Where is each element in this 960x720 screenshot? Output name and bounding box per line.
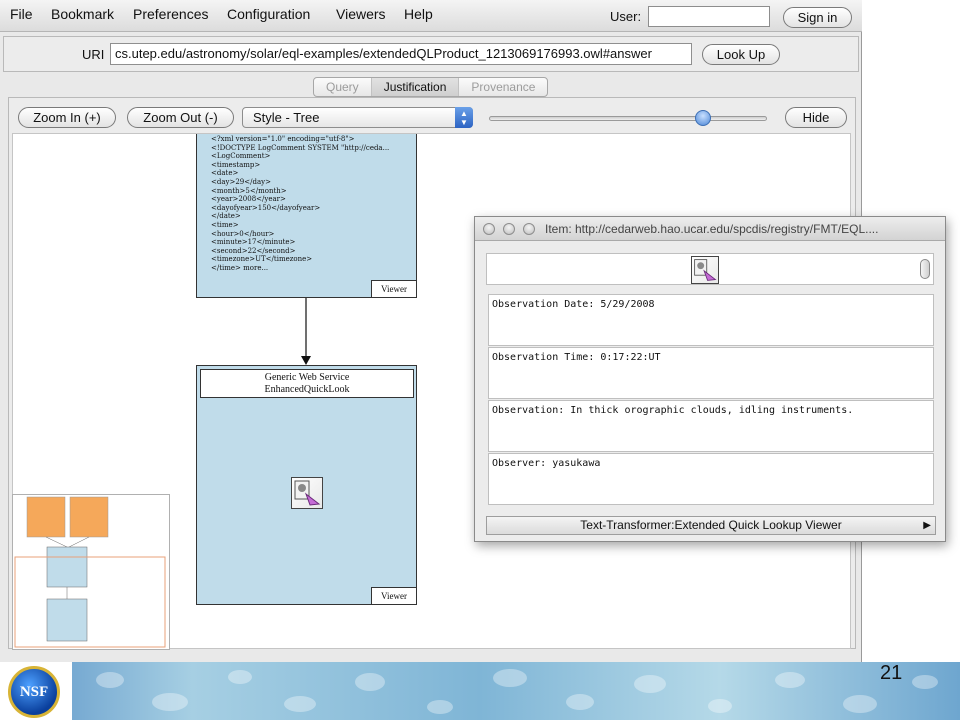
viewer-selector[interactable]: Text-Transformer:Extended Quick Lookup V…	[486, 516, 936, 535]
water-drops-pattern	[96, 669, 938, 714]
document-icon	[691, 256, 719, 284]
zoom-button[interactable]	[523, 223, 535, 235]
uri-label: URI	[82, 47, 105, 62]
xml-line: <LogComment>	[211, 152, 271, 161]
zoom-slider-track[interactable]	[489, 116, 767, 121]
item-window-titlebar[interactable]: Item: http://cedarweb.hao.ucar.edu/spcdi…	[475, 217, 945, 241]
zoom-slider-thumb[interactable]	[695, 110, 712, 126]
menu-preferences[interactable]: Preferences	[133, 6, 208, 22]
xml-line: <timestamp>	[211, 160, 261, 169]
graph-node-service[interactable]: Generic Web Service EnhancedQuickLook Vi…	[196, 365, 417, 605]
connector-arrow	[301, 298, 311, 365]
page-number: 21	[880, 662, 903, 684]
xml-line: <hour>0</hour>	[211, 229, 275, 238]
xml-line: <time>	[211, 220, 239, 229]
xml-line: <year>2008</year>	[211, 195, 286, 204]
menu-help[interactable]: Help	[404, 6, 433, 22]
tab-provenance[interactable]: Provenance	[459, 78, 547, 96]
node-service-title-line1: Generic Web Service	[264, 372, 350, 383]
view-tabs: Query Justification Provenance	[313, 77, 549, 97]
tab-query[interactable]: Query	[314, 78, 372, 96]
uri-bar: URI cs.utep.edu/astronomy/solar/eql-exam…	[3, 36, 859, 72]
user-label: User:	[610, 9, 642, 24]
menu-bookmark[interactable]: Bookmark	[51, 6, 114, 22]
zoom-out-button[interactable]: Zoom Out (-)	[127, 107, 234, 128]
style-select-value: Style - Tree	[253, 110, 320, 125]
scrollbar-thumb[interactable]	[920, 259, 930, 279]
tab-justification[interactable]: Justification	[371, 78, 460, 96]
uri-input[interactable]: cs.utep.edu/astronomy/solar/eql-examples…	[110, 43, 692, 65]
node-viewer-button[interactable]: Viewer	[371, 587, 417, 605]
menu-file[interactable]: File	[10, 6, 33, 22]
play-arrow-icon: ▶	[923, 520, 931, 531]
xml-line: <dayofyear>150</dayofyear>	[211, 203, 321, 212]
xml-line: <second>22</second>	[211, 246, 296, 255]
look-up-button[interactable]: Look Up	[702, 44, 780, 65]
node-viewer-button[interactable]: Viewer	[371, 280, 417, 298]
nsf-logo: NSF	[8, 666, 60, 718]
minimap-overview	[14, 496, 166, 648]
xml-line: </time> more...	[211, 263, 269, 272]
hide-button[interactable]: Hide	[785, 107, 847, 128]
xml-line: <timezone>UT</timezone>	[211, 255, 313, 264]
viewer-selector-label: Text-Transformer:Extended Quick Lookup V…	[580, 518, 842, 532]
item-row-date: Observation Date: 5/29/2008	[488, 294, 934, 346]
item-window[interactable]: Item: http://cedarweb.hao.ucar.edu/spcdi…	[474, 216, 946, 542]
menu-bar: File Bookmark Preferences Configuration …	[0, 0, 862, 32]
sign-in-button[interactable]: Sign in	[783, 7, 852, 28]
xml-line: <!DOCTYPE LogComment SYSTEM "http://ceda…	[211, 143, 390, 152]
graph-minimap[interactable]	[12, 494, 170, 650]
chevron-updown-icon: ▲ ▼	[455, 107, 473, 128]
xml-line: <date>	[211, 169, 239, 178]
menu-configuration[interactable]: Configuration	[227, 6, 310, 22]
xml-line: <minute>17</minute>	[211, 238, 296, 247]
close-button[interactable]	[483, 223, 495, 235]
item-row-time: Observation Time: 0:17:22:UT	[488, 347, 934, 399]
xml-line: <month>5</month>	[211, 186, 287, 195]
item-row-observation: Observation: In thick orographic clouds,…	[488, 400, 934, 452]
node-service-title-line2: EnhancedQuickLook	[264, 384, 350, 395]
item-icon-row	[486, 253, 934, 285]
xml-content: <?xml version="1.0" encoding="utf-8"> <!D…	[211, 135, 389, 273]
menu-viewers[interactable]: Viewers	[336, 6, 386, 22]
user-field[interactable]	[648, 6, 770, 27]
document-icon	[291, 477, 323, 509]
xml-line: <day>29</day>	[211, 177, 271, 186]
graph-node-xml[interactable]: <?xml version="1.0" encoding="utf-8"> <!D…	[196, 134, 417, 298]
slide-banner	[0, 662, 960, 720]
style-select[interactable]: Style - Tree ▲ ▼	[242, 107, 473, 128]
xml-line: <?xml version="1.0" encoding="utf-8">	[211, 135, 355, 143]
xml-line: </date>	[211, 212, 241, 221]
item-window-title: Item: http://cedarweb.hao.ucar.edu/spcdi…	[545, 222, 879, 236]
minimize-button[interactable]	[503, 223, 515, 235]
item-row-observer: Observer: yasukawa	[488, 453, 934, 505]
zoom-in-button[interactable]: Zoom In (+)	[18, 107, 116, 128]
node-service-title: Generic Web Service EnhancedQuickLook	[200, 369, 414, 398]
